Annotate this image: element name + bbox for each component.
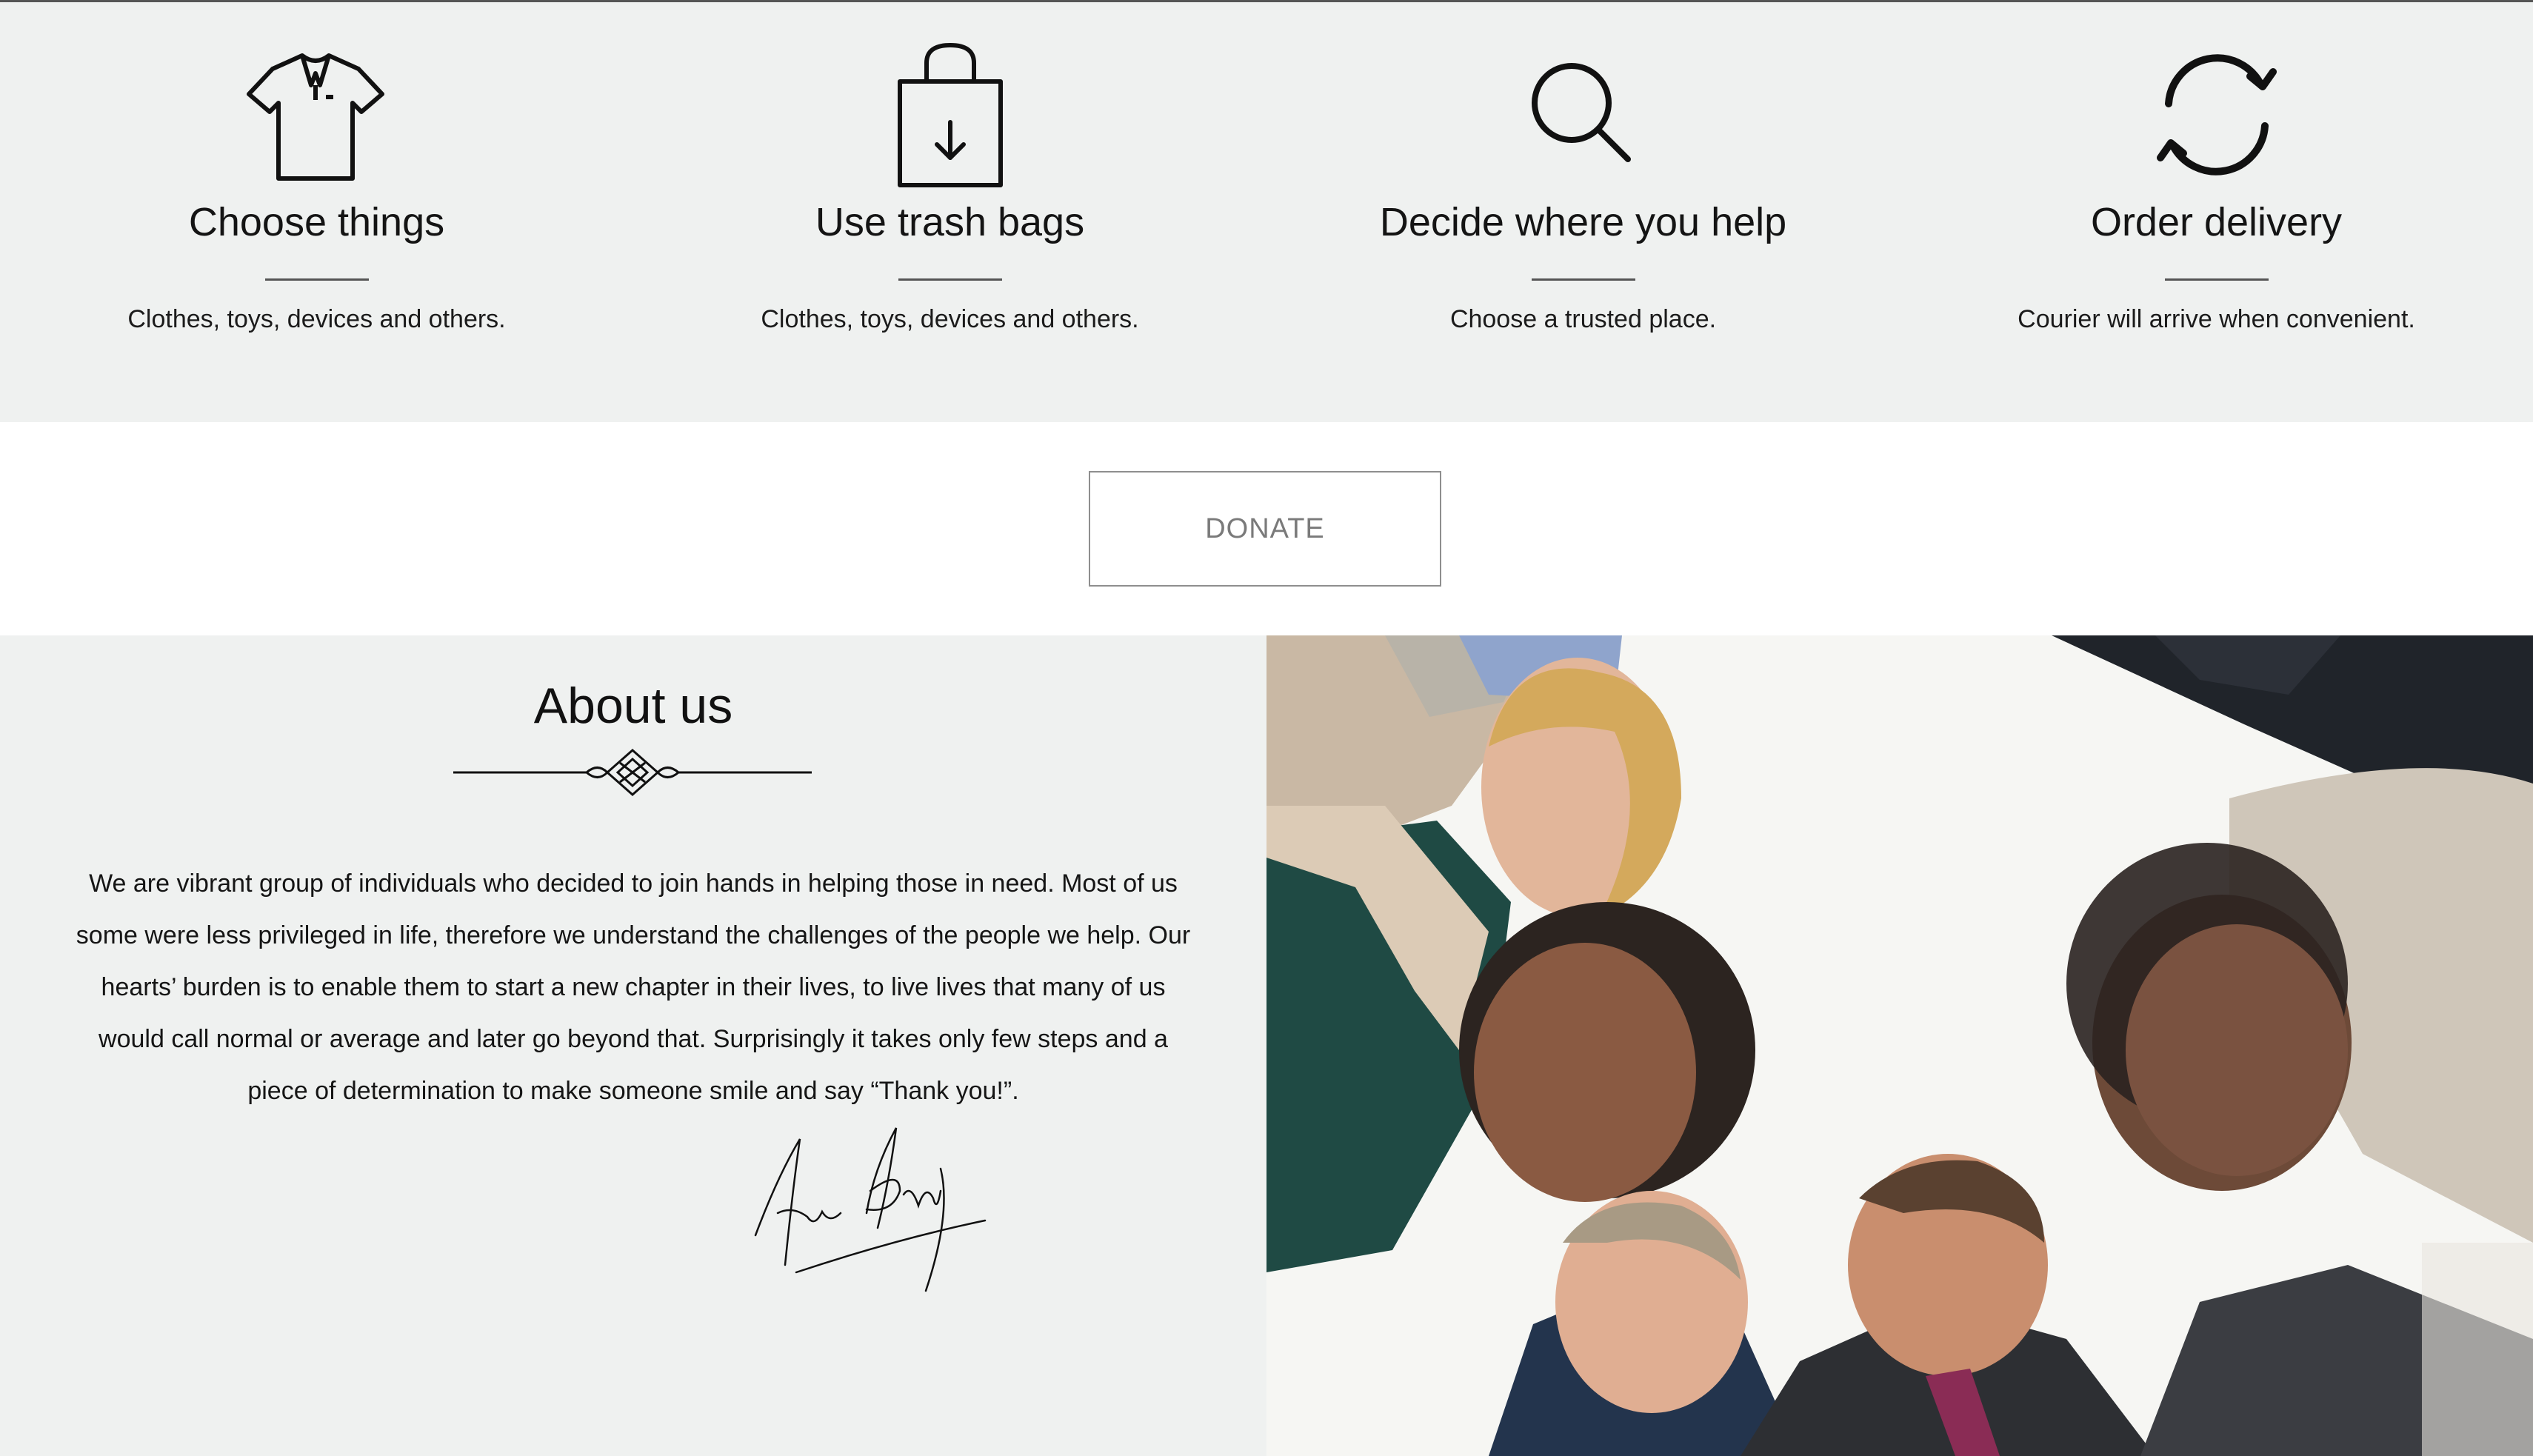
step-divider (898, 278, 1002, 281)
about-section: About us We are vibrant group of individ… (0, 635, 1266, 1456)
refresh-icon (2156, 54, 2277, 176)
team-photo-image (1266, 635, 2533, 1456)
step-description: Clothes, toys, devices and others. (761, 305, 1139, 333)
step-choose-things: Choose things Clothes, toys, devices and… (0, 2, 633, 422)
team-photo (1266, 635, 2533, 1456)
step-divider (1531, 278, 1635, 281)
step-title: Decide where you help (1379, 200, 1787, 244)
step-description: Choose a trusted place. (1449, 305, 1717, 333)
shopping-bag-icon (897, 43, 1003, 187)
signature (754, 1127, 987, 1292)
step-use-trash-bags: Use trash bags Clothes, toys, devices an… (633, 2, 1266, 422)
step-order-delivery: Order delivery Courier will arrive when … (1900, 2, 2533, 422)
step-decide-where-you-help: Decide where you help Choose a trusted p… (1266, 2, 1900, 422)
step-title: Order delivery (2090, 200, 2343, 244)
about-title: About us (533, 678, 733, 734)
shirt-icon (246, 53, 384, 181)
donate-button[interactable]: DONATE (1089, 471, 1441, 587)
step-description: Clothes, toys, devices and others. (127, 305, 506, 333)
donate-band: DONATE (0, 422, 2533, 635)
step-title: Use trash bags (815, 200, 1085, 244)
step-divider (2164, 278, 2269, 281)
ornament-divider-icon (453, 748, 812, 797)
search-icon (1531, 63, 1631, 162)
step-title: Choose things (188, 200, 445, 244)
steps-section: Choose things Clothes, toys, devices and… (0, 2, 2533, 422)
step-divider (264, 278, 369, 281)
step-description: Courier will arrive when convenient. (2018, 305, 2415, 333)
about-text: We are vibrant group of individuals who … (76, 869, 1191, 1105)
